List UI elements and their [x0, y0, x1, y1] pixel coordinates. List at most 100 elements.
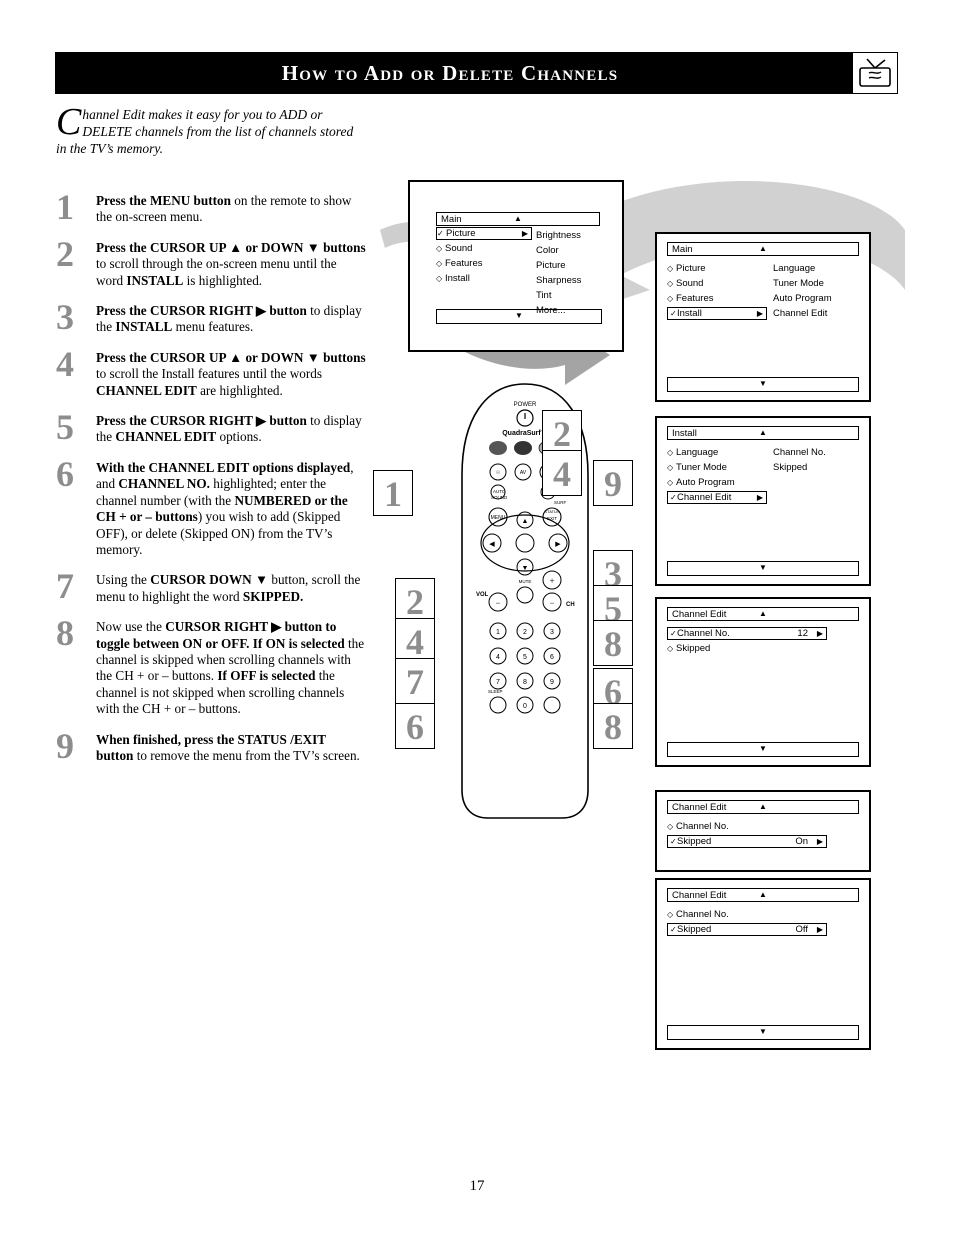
- osd-row-label: Channel Edit: [677, 492, 732, 503]
- page-number: 17: [469, 1178, 485, 1194]
- osd-row: ✓ Channel No. 12 ▶: [667, 626, 859, 641]
- step-text: With the CHANNEL EDIT options displayed,…: [96, 459, 354, 557]
- svg-text:9: 9: [550, 679, 554, 686]
- osd-inner: Channel Edit ▲ ✓ Channel No. 12 ▶ ◇ Skipped ▼: [657, 599, 869, 765]
- tv-osd-submenu-item: Tint: [536, 290, 552, 301]
- chevron-down-icon: ▼: [759, 563, 767, 572]
- tv-osd-submenu-item: Color: [536, 245, 559, 256]
- osd-row-value: Channel Edit: [773, 308, 828, 319]
- step-number: 8: [56, 613, 74, 654]
- svg-text:4: 4: [496, 654, 500, 661]
- tv-screen-graphic: Main ▲ ✓ Picture ▶ ◇ Sound ◇ Features ◇ Install …: [408, 180, 624, 352]
- svg-text:−: −: [495, 598, 500, 608]
- osd-row: ✓ Skipped Off ▶: [667, 922, 859, 937]
- intro-dropcap: C: [56, 101, 82, 143]
- osd-row-highlighted[interactable]: ✓ Skipped On ▶: [667, 835, 827, 848]
- step-text: Press the MENU button on the remote to s…: [96, 193, 352, 225]
- tv-osd-submenu: Brightness Color Picture Sharpness Tint More.…: [536, 228, 606, 318]
- step-text: Press the CURSOR RIGHT ▶ button to displ…: [96, 303, 362, 335]
- osd-bottombar: ▼: [667, 377, 859, 392]
- osd-row-label: Language: [676, 447, 719, 458]
- tv-osd-submenu-item: Sharpness: [536, 275, 582, 286]
- osd-panel-install: Install ▲ ◇ Language Channel No. ◇ Tuner Mode S…: [655, 416, 871, 586]
- chevron-up-icon: ▲: [759, 890, 767, 899]
- check-icon: ✓: [670, 837, 677, 846]
- osd-row: ◇ Language Channel No.: [667, 445, 859, 460]
- osd-row-value: Tuner Mode: [773, 278, 824, 289]
- svg-text:◀: ◀: [489, 540, 495, 548]
- tv-screen-osd: Main ▲ ✓ Picture ▶ ◇ Sound ◇ Features ◇ Install …: [436, 212, 602, 330]
- step-text: Press the CURSOR UP ▲ or DOWN ▼ buttons …: [96, 239, 366, 288]
- tv-osd-bottombar: ▼: [436, 309, 602, 324]
- page-header: How to Add or Delete Channels: [55, 52, 898, 94]
- osd-row-value: Language: [773, 263, 816, 274]
- osd-row: ◇ Channel No.: [667, 907, 859, 922]
- chevron-up-icon: ▲: [759, 244, 767, 253]
- instruction-steps: 1 Press the MENU button on the remote to …: [56, 189, 366, 775]
- osd-row-value: Channel No.: [773, 447, 826, 458]
- diamond-icon: ◇: [667, 910, 674, 919]
- intro-text: hannel Edit makes it easy for you to ADD…: [56, 107, 354, 156]
- osd-row-highlighted[interactable]: ✓ Channel No. 12 ▶: [667, 627, 827, 640]
- diamond-icon: ◇: [667, 279, 674, 288]
- svg-text:▲: ▲: [522, 517, 529, 525]
- svg-text:−: −: [549, 598, 554, 608]
- tv-osd-row-label: ◇ Features: [436, 256, 532, 271]
- osd-inner: Channel Edit ▲ ◇ Channel No. ✓ Skipped On ▶: [657, 792, 869, 870]
- tv-osd-label-text: Features: [445, 258, 483, 269]
- tv-antenna-icon: [852, 52, 898, 94]
- remote-control-graphic: POWER QuadraSurf™ ☉ AV A/CH AUTO SOUND C…: [461, 383, 589, 819]
- tv-osd-label-text: Sound: [445, 243, 473, 254]
- svg-text:7: 7: [496, 679, 500, 686]
- tv-osd-row-label: ✓ Picture ▶: [436, 227, 532, 240]
- osd-row-label-cell: ◇ Language: [667, 445, 767, 460]
- check-icon: ✓: [670, 309, 677, 318]
- step-text: Press the CURSOR UP ▲ or DOWN ▼ buttons …: [96, 349, 366, 398]
- svg-text:▼: ▼: [522, 564, 529, 572]
- diamond-icon: ◇: [667, 822, 674, 831]
- check-icon: ✓: [670, 925, 677, 934]
- tv-osd-label-text: Install: [445, 273, 470, 284]
- chevron-down-icon: ▼: [759, 1027, 767, 1036]
- osd-row-label: Channel No.: [676, 821, 729, 832]
- osd-row: ◇ Picture Language: [667, 261, 859, 276]
- page-title: How to Add or Delete Channels: [281, 61, 619, 85]
- osd-row-label-cell[interactable]: ✓ Channel Edit ▶: [667, 491, 767, 504]
- osd-bottombar: ▼: [667, 561, 859, 576]
- osd-row-label: Install: [677, 308, 702, 319]
- osd-row-label-cell: ◇ Picture: [667, 261, 767, 276]
- intro-paragraph: Channel Edit makes it easy for you to AD…: [56, 101, 356, 157]
- svg-text:SLEEP: SLEEP: [488, 689, 503, 694]
- svg-text:VOL: VOL: [476, 592, 489, 598]
- osd-row-label-cell: ◇ Sound: [667, 276, 767, 291]
- osd-row-label-cell: ◇ Features: [667, 291, 767, 306]
- step-3: 3 Press the CURSOR RIGHT ▶ button to disp…: [56, 299, 366, 336]
- osd-row-label-cell[interactable]: ✓ Install ▶: [667, 307, 767, 320]
- osd-row-highlighted[interactable]: ✓ Skipped Off ▶: [667, 923, 827, 936]
- osd-row-label: Auto Program: [676, 477, 735, 488]
- osd-row-label-cell: ◇ Skipped: [667, 641, 767, 656]
- chevron-right-icon: ▶: [816, 629, 823, 638]
- step-text: When finished, press the STATUS /EXIT bu…: [96, 731, 360, 763]
- osd-titlebar: Main ▲: [667, 242, 859, 256]
- step-number: 6: [56, 453, 74, 494]
- step-4: 4 Press the CURSOR UP ▲ or DOWN ▼ buttons…: [56, 346, 366, 399]
- osd-row-value: On: [795, 836, 808, 847]
- check-icon: ✓: [670, 493, 677, 502]
- chevron-up-icon: ▲: [514, 214, 522, 223]
- osd-row-label: Features: [676, 293, 714, 304]
- callout-number-4: 4: [542, 450, 582, 496]
- osd-panel-channel-edit-number: Channel Edit ▲ ✓ Channel No. 12 ▶ ◇ Skipped ▼: [655, 597, 871, 767]
- osd-titlebar: Channel Edit ▲: [667, 888, 859, 902]
- step-2: 2 Press the CURSOR UP ▲ or DOWN ▼ buttons…: [56, 236, 366, 289]
- diamond-icon: ◇: [667, 478, 674, 487]
- svg-text:1: 1: [496, 629, 500, 636]
- osd-row: ◇ Sound Tuner Mode: [667, 276, 859, 291]
- osd-row-value: 12: [797, 628, 808, 639]
- svg-text:AV: AV: [520, 470, 527, 476]
- osd-row-label-cell: ◇ Channel No.: [667, 907, 767, 922]
- chevron-right-icon: ▶: [756, 309, 763, 318]
- step-number: 7: [56, 566, 74, 607]
- tv-osd-label-text: Picture: [446, 228, 476, 239]
- osd-row-label: Channel No.: [676, 909, 729, 920]
